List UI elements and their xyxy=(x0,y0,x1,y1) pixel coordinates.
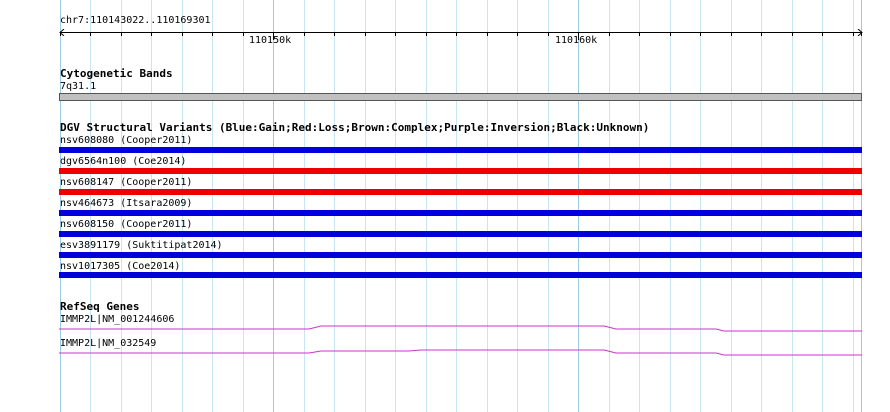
ruler-label-110160k: 110160k xyxy=(555,35,598,46)
ruler-tick xyxy=(639,32,640,36)
ruler-tick xyxy=(365,32,366,36)
ruler-tick xyxy=(822,32,823,36)
ruler-tick xyxy=(395,32,396,36)
ruler-tick xyxy=(121,32,122,36)
ruler-tick xyxy=(456,32,457,36)
variant-bar[interactable] xyxy=(59,252,862,258)
ruler-right-arrow-icon xyxy=(857,29,863,36)
cytogenetic-bands-title: Cytogenetic Bands xyxy=(60,67,173,80)
ruler-tick xyxy=(853,32,854,36)
variant-label: nsv608080 (Cooper2011) xyxy=(60,135,193,146)
ruler-tick xyxy=(182,32,183,36)
variant-bar[interactable] xyxy=(59,189,862,195)
ruler-tick xyxy=(792,32,793,36)
gene-model[interactable] xyxy=(59,347,862,357)
dgv-track-title: DGV Structural Variants (Blue:Gain;Red:L… xyxy=(60,121,650,134)
ruler-tick xyxy=(334,32,335,36)
variant-bar[interactable] xyxy=(59,210,862,216)
ruler-tick xyxy=(548,32,549,36)
ruler-tick xyxy=(731,32,732,36)
ruler-tick xyxy=(426,32,427,36)
ruler-tick xyxy=(487,32,488,36)
ruler-tick xyxy=(700,32,701,36)
ruler-tick xyxy=(304,32,305,36)
variant-label: nsv608150 (Cooper2011) xyxy=(60,219,193,230)
variant-bar[interactable] xyxy=(59,147,862,153)
ruler-tick xyxy=(243,32,244,36)
ruler-tick xyxy=(151,32,152,36)
variant-label: nsv464673 (Itsara2009) xyxy=(60,198,193,209)
ruler-tick xyxy=(517,32,518,36)
ruler-tick xyxy=(212,32,213,36)
ruler-label-110150k: 110150k xyxy=(249,35,292,46)
ruler-tick xyxy=(60,32,61,36)
ruler-tick xyxy=(761,32,762,36)
variant-label: nsv1017305 (Coe2014) xyxy=(60,261,181,272)
variant-bar[interactable] xyxy=(59,168,862,174)
gene-model[interactable] xyxy=(59,323,862,333)
variant-label: esv3891179 (Suktitipat2014) xyxy=(60,240,223,251)
ruler-tick xyxy=(609,32,610,36)
variant-bar[interactable] xyxy=(59,231,862,237)
cytogenetic-band-7q31-1[interactable] xyxy=(59,93,862,101)
ruler[interactable] xyxy=(59,29,863,41)
ruler-tick xyxy=(670,32,671,36)
ruler-tick xyxy=(90,32,91,36)
refseq-track-title: RefSeq Genes xyxy=(60,300,140,313)
location-label: chr7:110143022..110169301 xyxy=(60,15,211,26)
variant-label: dgv6564n100 (Coe2014) xyxy=(60,156,187,167)
ruler-tick xyxy=(861,32,862,36)
band-label: 7q31.1 xyxy=(60,81,97,92)
variant-label: nsv608147 (Cooper2011) xyxy=(60,177,193,188)
ruler-axis xyxy=(60,32,862,33)
variant-bar[interactable] xyxy=(59,272,862,278)
